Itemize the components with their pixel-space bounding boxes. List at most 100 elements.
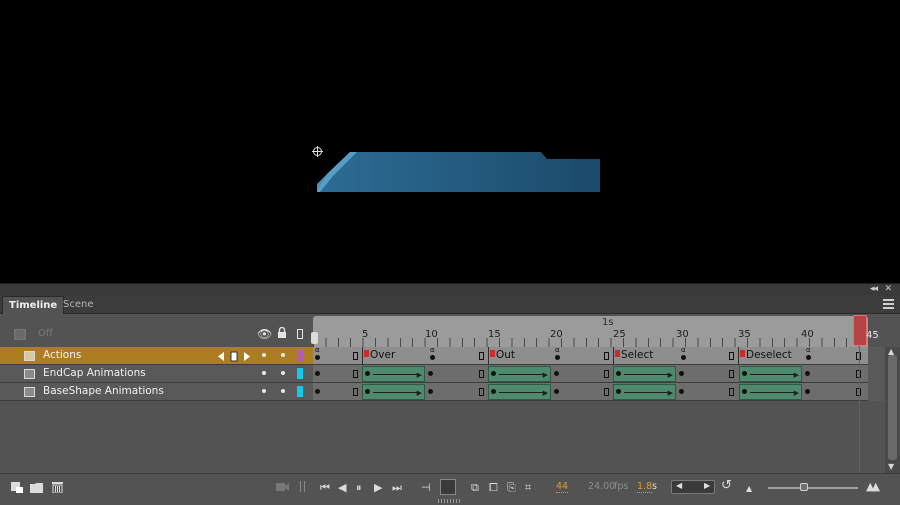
keyframe-icon[interactable] [805,389,810,394]
zoom-slider-track[interactable] [768,487,858,489]
layer-row-endcap[interactable]: EndCap Animations [0,365,313,383]
layer-name[interactable]: Actions [43,349,81,361]
onion-skin-outlines-icon[interactable]: ⧠ [489,482,498,493]
track-actions[interactable]: α Over α Out α Select α Deselect α [313,346,885,365]
empty-frames[interactable] [868,347,885,365]
keyframe-icon[interactable] [491,371,496,376]
scroll-to-playhead-control[interactable]: ◀ ▶ [671,480,715,494]
playhead-icon[interactable] [853,315,867,346]
go-to-first-frame-icon[interactable]: ⏮ [320,482,330,493]
visibility-dot-icon[interactable] [262,371,266,375]
ruler-start-handle-icon[interactable] [311,332,318,344]
end-frame-icon[interactable] [479,352,484,360]
panel-menu-icon[interactable] [883,299,894,309]
center-frame-icon[interactable]: ⊣ [421,482,431,493]
keyframe-icon[interactable] [491,389,496,394]
keyframe-icon[interactable] [805,371,810,376]
lock-dot-icon[interactable] [281,371,285,375]
keyframe-icon[interactable] [555,355,560,360]
end-frame-icon[interactable] [353,388,358,396]
modify-onion-markers-icon[interactable]: ⌗ [525,482,531,493]
outline-all-layers-icon[interactable] [297,329,303,339]
layer-outline-color[interactable] [297,386,303,397]
end-frame-icon[interactable] [604,370,609,378]
motion-tween-select[interactable]: ▶ [613,384,676,400]
track-baseshape[interactable]: ▶ ▶ ▶ ▶ [313,383,885,401]
frame-label-out[interactable]: Out [496,349,515,361]
button-graphic[interactable] [317,152,600,194]
layer-outline-color[interactable] [297,350,303,361]
frame-label-select[interactable]: Select [621,349,653,361]
step-forward-icon[interactable]: ▶ [374,482,382,493]
close-panel-icon[interactable]: ✕ [884,284,892,295]
layer-row-baseshape[interactable]: BaseShape Animations [0,383,313,401]
end-frame-icon[interactable] [604,352,609,360]
keyframe-icon[interactable] [554,389,559,394]
zoom-in-icon[interactable]: ▲▲ [866,481,880,492]
layer-name[interactable]: EndCap Animations [43,367,146,379]
end-frame-icon[interactable] [604,388,609,396]
end-frame-icon[interactable] [729,352,734,360]
zoom-out-icon[interactable]: ▲ [746,483,752,494]
parent-view-icon[interactable] [14,329,26,340]
motion-tween-out[interactable]: ▶ [488,384,551,400]
motion-tween-select[interactable]: ▶ [613,366,676,382]
keyframe-icon[interactable] [430,355,435,360]
edit-multiple-frames-icon[interactable]: ⎘ [507,482,516,493]
visibility-dot-icon[interactable] [262,353,266,357]
lock-all-layers-icon[interactable] [277,327,287,338]
frame-label-over[interactable]: Over [370,349,395,361]
loop-playback-icon[interactable] [440,479,456,495]
new-folder-icon[interactable] [30,482,43,493]
scroll-right-icon[interactable]: ▶ [704,481,710,490]
motion-tween-over[interactable]: ▶ [362,366,425,382]
keyframe-icon[interactable] [428,389,433,394]
current-frame-value[interactable]: 44 [556,481,569,493]
end-frame-icon[interactable] [479,388,484,396]
keyframe-icon[interactable] [681,355,686,360]
sync-rotate-icon[interactable]: ↺ [721,479,732,492]
vertical-scrollbar[interactable]: ▲ ▼ [885,347,900,473]
keyframe-navigator-icon[interactable] [218,351,250,362]
play-pause-icon[interactable]: ⏸ [356,482,362,493]
lock-dot-icon[interactable] [281,353,285,357]
keyframe-icon[interactable] [315,389,320,394]
show-all-layers-eye-icon[interactable]: 👁 [257,327,272,341]
end-frame-icon[interactable] [729,370,734,378]
step-back-icon[interactable]: ◀ [338,482,346,493]
keyframe-icon[interactable] [365,389,370,394]
keyframe-icon[interactable] [616,389,621,394]
tab-scene[interactable]: Scene [57,296,100,314]
panel-resize-grip[interactable] [438,499,460,503]
scroll-thumb[interactable] [888,355,897,460]
keyframe-icon[interactable] [315,355,320,360]
end-frame-icon[interactable] [353,352,358,360]
layer-row-actions[interactable]: Actions [0,347,313,365]
keyframe-icon[interactable] [315,371,320,376]
onion-skin-icon[interactable]: ⧉ [471,482,479,493]
keyframe-icon[interactable] [742,371,747,376]
motion-tween-out[interactable]: ▶ [488,366,551,382]
go-to-last-frame-icon[interactable]: ⏭ [392,482,402,493]
empty-frames[interactable] [868,365,885,383]
end-frame-icon[interactable] [479,370,484,378]
empty-frames[interactable] [868,383,885,401]
collapse-panel-icon[interactable]: ◂◂ [870,284,878,295]
layer-name[interactable]: BaseShape Animations [43,385,164,397]
end-frame-icon[interactable] [353,370,358,378]
layer-outline-color[interactable] [297,368,303,379]
end-frame-icon[interactable] [729,388,734,396]
motion-tween-deselect[interactable]: ▶ [739,384,802,400]
keyframe-icon[interactable] [806,355,811,360]
tab-timeline[interactable]: Timeline [2,296,65,314]
frame-rate-value[interactable]: 24.00 [588,481,615,492]
motion-tween-deselect[interactable]: ▶ [739,366,802,382]
motion-tween-over[interactable]: ▶ [362,384,425,400]
lock-dot-icon[interactable] [281,389,285,393]
track-endcap[interactable]: ▶ ▶ ▶ ▶ [313,365,885,383]
scroll-left-icon[interactable]: ◀ [676,481,682,490]
keyframe-icon[interactable] [679,371,684,376]
zoom-slider-thumb[interactable] [800,483,808,491]
stage-canvas[interactable] [0,0,900,283]
keyframe-icon[interactable] [554,371,559,376]
